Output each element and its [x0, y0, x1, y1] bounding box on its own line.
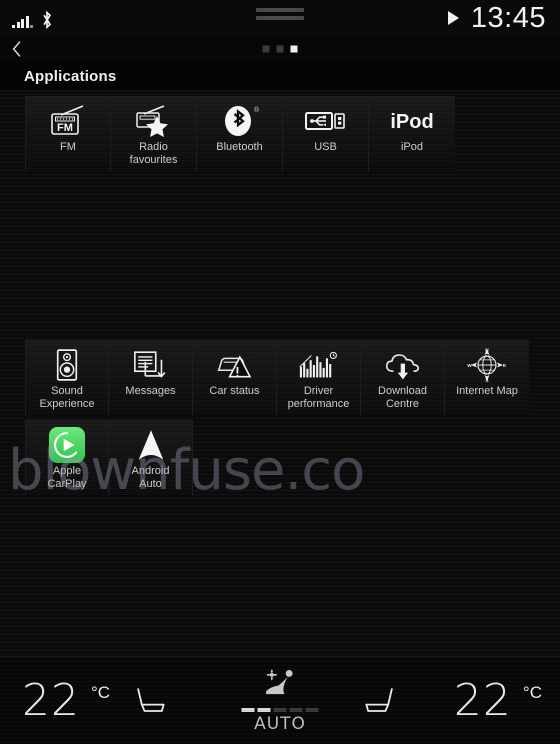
app-tile-ipod[interactable]: iPod iPod — [369, 96, 455, 172]
driver-temperature-value: 22 — [22, 674, 80, 726]
app-tile-bluetooth[interactable]: ® Bluetooth — [197, 96, 283, 172]
svg-text:S: S — [485, 378, 488, 383]
page-dot-3-active[interactable] — [290, 45, 298, 53]
passenger-temperature-control[interactable]: 22 °C — [453, 674, 542, 726]
speaker-icon — [26, 345, 108, 385]
app-row-3: Apple CarPlay Android Auto — [25, 420, 193, 496]
apple-carplay-icon — [26, 425, 108, 465]
fan-level-seg-2 — [257, 707, 271, 712]
app-tile-download-centre[interactable]: Download Centre — [361, 340, 445, 416]
navigation-bar — [0, 36, 560, 62]
app-tile-messages[interactable]: Messages — [109, 340, 193, 416]
app-label: Radio favourites — [129, 141, 178, 166]
fan-level-seg-1 — [241, 707, 255, 712]
passenger-temperature-value: 22 — [453, 674, 512, 726]
messages-icon — [109, 345, 192, 385]
app-row-2: Sound Experience Messages Car status Dri… — [25, 340, 529, 416]
ipod-icon: iPod — [369, 101, 455, 141]
app-label: Apple CarPlay — [47, 465, 87, 490]
app-label: Sound Experience — [39, 385, 95, 410]
drag-handle-icon[interactable] — [256, 8, 304, 24]
status-bar: 13:45 — [0, 0, 560, 36]
fan-level-seg-5 — [305, 707, 319, 712]
play-icon[interactable] — [447, 11, 459, 25]
page-indicator[interactable] — [262, 45, 298, 53]
app-tile-car-status[interactable]: Car status — [193, 340, 277, 416]
compass-globe-icon: N S E W — [445, 345, 529, 385]
car-warning-icon — [193, 345, 276, 385]
app-tile-radio-favourites[interactable]: Radio favourites — [111, 96, 197, 172]
app-label: Car status — [209, 385, 260, 397]
app-label: USB — [314, 141, 337, 153]
android-auto-icon — [109, 425, 192, 465]
fan-level-indicator[interactable] — [241, 707, 319, 712]
usb-icon — [283, 101, 368, 141]
page-dot-1[interactable] — [262, 45, 270, 53]
clock: 13:45 — [470, 1, 546, 34]
fan-level-seg-3 — [273, 707, 287, 712]
auto-climate-button[interactable]: AUTO — [241, 668, 319, 734]
app-tile-apple-carplay[interactable]: Apple CarPlay — [25, 420, 109, 496]
fan-level-seg-4 — [289, 707, 303, 712]
svg-text:iPod: iPod — [390, 111, 433, 133]
bar-chart-icon — [277, 345, 360, 385]
app-label: FM — [60, 141, 76, 153]
app-tile-internet-map[interactable]: N S E W Internet Map — [445, 340, 529, 416]
svg-text:N: N — [485, 347, 489, 353]
app-label: Bluetooth — [216, 141, 263, 153]
svg-text:E: E — [503, 363, 506, 369]
app-label: Internet Map — [456, 385, 518, 397]
svg-text:W: W — [467, 363, 472, 369]
bluetooth-app-icon: ® — [197, 101, 282, 141]
app-tile-sound-experience[interactable]: Sound Experience — [25, 340, 109, 416]
page-title: Applications — [0, 62, 560, 90]
back-chevron-icon[interactable] — [8, 39, 26, 59]
status-indicators — [12, 8, 54, 30]
auto-label: AUTO — [254, 713, 306, 734]
page-dot-2[interactable] — [276, 45, 284, 53]
svg-text:®: ® — [254, 106, 260, 114]
app-row-1: FM FM Radio favourites ® Bluetooth USB i… — [25, 96, 455, 172]
status-right-group: 13:45 — [447, 0, 546, 36]
app-tile-android-auto[interactable]: Android Auto — [109, 420, 193, 496]
app-label: Android Auto — [131, 465, 170, 490]
driver-temperature-unit: °C — [91, 682, 111, 702]
fm-radio-icon: FM — [26, 101, 110, 141]
app-label: Messages — [125, 385, 176, 397]
svg-text:FM: FM — [57, 122, 73, 134]
app-tile-usb[interactable]: USB — [283, 96, 369, 172]
passenger-temperature-unit: °C — [522, 682, 542, 702]
app-label: Driver performance — [287, 385, 350, 410]
auto-climate-seat-fan-icon — [255, 668, 305, 706]
cloud-download-icon — [361, 345, 444, 385]
cellular-signal-icon — [12, 15, 33, 28]
infotainment-screen: 13:45 Applications FM FM Radio favourite… — [0, 0, 560, 744]
applications-area: FM FM Radio favourites ® Bluetooth USB i… — [0, 90, 560, 656]
seat-heating-left-icon[interactable] — [120, 676, 180, 726]
app-tile-fm[interactable]: FM FM — [25, 96, 111, 172]
radio-favourites-icon — [111, 101, 196, 141]
app-label: iPod — [400, 141, 424, 153]
app-label: Download Centre — [378, 385, 427, 410]
climate-bar: 22 °C AUTO 22 °C — [0, 656, 560, 744]
driver-temperature-control[interactable]: 22 °C — [22, 674, 111, 726]
bluetooth-icon — [40, 10, 54, 30]
seat-heating-right-icon[interactable] — [350, 676, 410, 726]
app-tile-driver-performance[interactable]: Driver performance — [277, 340, 361, 416]
